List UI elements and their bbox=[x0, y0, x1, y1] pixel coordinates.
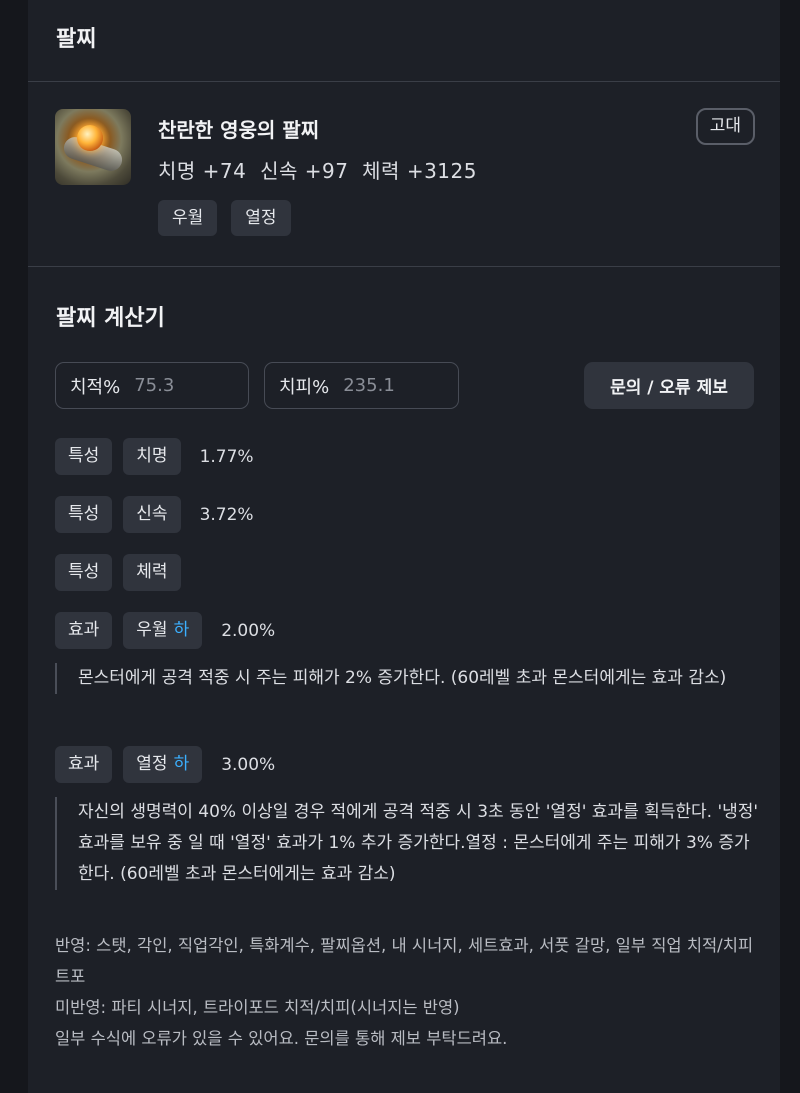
stat-row-swift: 특성 신속 3.72% bbox=[55, 496, 254, 533]
stat-chip: 치명 bbox=[123, 438, 181, 475]
note-disclaimer: 일부 수식에 오류가 있을 수 있어요. 문의를 통해 제보 부탁드려요. bbox=[55, 1029, 508, 1048]
type-chip: 특성 bbox=[55, 438, 113, 475]
effect-chip: 열정 하 bbox=[123, 746, 203, 783]
panel-header: 팔찌 bbox=[28, 0, 780, 82]
tag-passion: 열정 bbox=[231, 200, 291, 236]
crit-damage-field[interactable]: 치피% bbox=[264, 362, 459, 409]
effect-name: 우월 bbox=[136, 620, 168, 640]
stat-row-vitality: 특성 체력 bbox=[55, 554, 181, 591]
item-tags: 우월 열정 bbox=[158, 200, 291, 236]
note-not-reflected: 미반영: 파티 시너지, 트라이포드 치적/치피(시너지는 반영) bbox=[55, 998, 460, 1017]
crit-rate-label: 치적% bbox=[70, 376, 121, 398]
effect-description-passion: 자신의 생명력이 40% 이상일 경우 적에게 공격 적중 시 3초 동안 '열… bbox=[55, 797, 760, 890]
effect-row-passion: 효과 열정 하 3.00% bbox=[55, 746, 275, 783]
type-chip: 특성 bbox=[55, 554, 113, 591]
stat-value: 1.77% bbox=[199, 446, 254, 467]
stat-chip: 신속 bbox=[123, 496, 181, 533]
type-chip: 효과 bbox=[55, 746, 113, 783]
stat-chip: 체력 bbox=[123, 554, 181, 591]
item-stats: 치명 +74 신속 +97 체력 +3125 bbox=[158, 159, 477, 183]
effect-level: 하 bbox=[173, 754, 190, 774]
crit-damage-input[interactable] bbox=[343, 375, 434, 396]
type-chip: 특성 bbox=[55, 496, 113, 533]
tag-superior: 우월 bbox=[158, 200, 218, 236]
bracelet-panel: 팔찌 찬란한 영웅의 팔찌 고대 치명 +74 신속 +97 체력 +3125 … bbox=[28, 0, 780, 1093]
effect-value: 2.00% bbox=[221, 620, 276, 641]
bracelet-icon bbox=[55, 109, 131, 185]
calculator-title: 팔찌 계산기 bbox=[56, 306, 165, 331]
crit-damage-label: 치피% bbox=[279, 376, 330, 398]
stat-row-crit: 특성 치명 1.77% bbox=[55, 438, 254, 475]
crit-rate-input[interactable] bbox=[134, 375, 225, 396]
report-button[interactable]: 문의 / 오류 제보 bbox=[584, 362, 754, 409]
effect-description-superior: 몬스터에게 공격 적중 시 주는 피해가 2% 증가한다. (60레벨 초과 몬… bbox=[55, 663, 760, 694]
item-name: 찬란한 영웅의 팔찌 bbox=[158, 118, 320, 142]
calculation-notes: 반영: 스탯, 각인, 직업각인, 특화계수, 팔찌옵션, 내 시너지, 세트효… bbox=[55, 930, 765, 1054]
stat-value: 3.72% bbox=[199, 504, 254, 525]
page-title: 팔찌 bbox=[56, 26, 97, 52]
item-card: 찬란한 영웅의 팔찌 고대 치명 +74 신속 +97 체력 +3125 우월 … bbox=[28, 82, 780, 267]
effect-value: 3.00% bbox=[221, 754, 276, 775]
effect-name: 열정 bbox=[136, 754, 168, 774]
note-reflected: 반영: 스탯, 각인, 직업각인, 특화계수, 팔찌옵션, 내 시너지, 세트효… bbox=[55, 936, 754, 986]
grade-badge: 고대 bbox=[695, 108, 755, 145]
effect-row-superior: 효과 우월 하 2.00% bbox=[55, 612, 275, 649]
type-chip: 효과 bbox=[55, 612, 113, 649]
effect-level: 하 bbox=[173, 620, 190, 640]
effect-chip: 우월 하 bbox=[123, 612, 203, 649]
crit-rate-field[interactable]: 치적% bbox=[55, 362, 249, 409]
